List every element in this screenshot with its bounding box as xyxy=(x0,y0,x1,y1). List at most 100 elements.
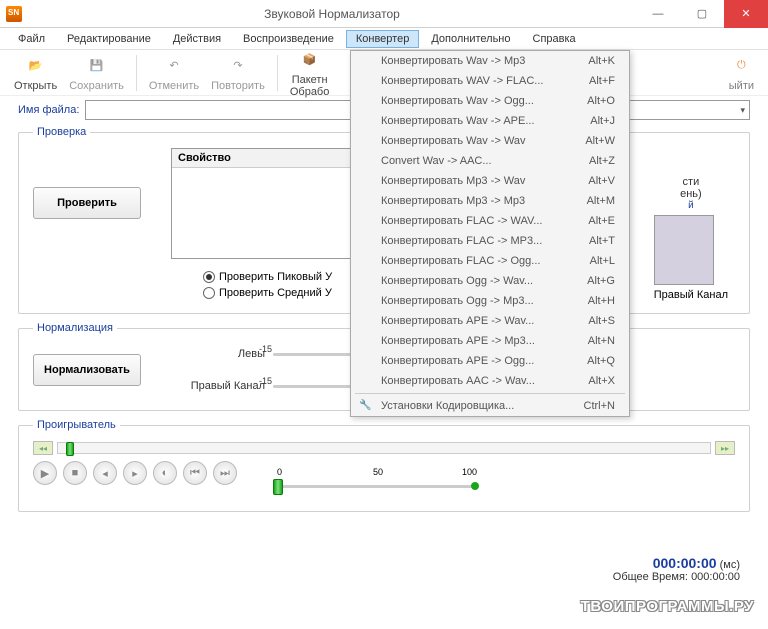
undo-button[interactable]: ↶ Отменить xyxy=(149,54,199,92)
watermark: ТВОИПРОГРАММЫ.РУ xyxy=(581,598,754,615)
titlebar: Звуковой Нормализатор — ▢ ✕ xyxy=(0,0,768,28)
batch-icon: 📦 xyxy=(298,48,322,72)
left-channel-label: Левы xyxy=(175,348,265,360)
right-preview: сти ень) й Правый Канал xyxy=(654,176,728,301)
maximize-button[interactable]: ▢ xyxy=(680,0,724,28)
right-channel-label: Правый Канал xyxy=(175,380,265,392)
current-time: 000:00:00 xyxy=(653,555,717,571)
channel-thumbnail xyxy=(654,215,714,285)
total-time-label: Общее Время: xyxy=(613,571,688,583)
exit-label: ыйти xyxy=(729,80,754,92)
save-icon: 💾 xyxy=(85,54,109,78)
open-button[interactable]: 📂 Открыть xyxy=(14,54,57,92)
toolbar-separator xyxy=(136,55,137,91)
dropdown-item[interactable]: Конвертировать FLAC -> WAV...Alt+E xyxy=(351,211,629,231)
check-legend: Проверка xyxy=(33,126,90,138)
time-display: 000:00:00 (мс) Общее Время: 000:00:00 xyxy=(613,555,740,583)
menu-file[interactable]: Файл xyxy=(8,30,55,48)
normalize-button[interactable]: Нормализовать xyxy=(33,354,141,386)
total-time: 000:00:00 xyxy=(691,571,740,583)
slider-min: -15 xyxy=(259,376,272,386)
toolbar-separator xyxy=(277,55,278,91)
menu-extra[interactable]: Дополнительно xyxy=(421,30,520,48)
dropdown-item[interactable]: Конвертировать FLAC -> MP3...Alt+T xyxy=(351,231,629,251)
menu-play[interactable]: Воспроизведение xyxy=(233,30,344,48)
dropdown-item[interactable]: Конвертировать APE -> Mp3...Alt+N xyxy=(351,331,629,351)
dropdown-item[interactable]: Конвертировать Wav -> APE...Alt+J xyxy=(351,111,629,131)
redo-label: Повторить xyxy=(211,80,265,92)
open-label: Открыть xyxy=(14,80,57,92)
dropdown-item[interactable]: Конвертировать APE -> Ogg...Alt+Q xyxy=(351,351,629,371)
seek-bar[interactable] xyxy=(57,442,711,454)
menu-edit[interactable]: Редактирование xyxy=(57,30,161,48)
radio-icon xyxy=(203,287,215,299)
save-label: Сохранить xyxy=(69,80,124,92)
loop-button[interactable]: ◐ xyxy=(153,461,177,485)
save-button[interactable]: 💾 Сохранить xyxy=(69,54,124,92)
dropdown-item[interactable]: Конвертировать Mp3 -> Mp3Alt+M xyxy=(351,191,629,211)
exit-button[interactable]: ⏻ ыйти xyxy=(729,54,754,92)
dropdown-item[interactable]: Конвертировать Mp3 -> WavAlt+V xyxy=(351,171,629,191)
app-icon xyxy=(6,6,22,22)
window-title: Звуковой Нормализатор xyxy=(28,7,636,21)
check-button[interactable]: Проверить xyxy=(33,187,141,219)
normalize-legend: Нормализация xyxy=(33,322,117,334)
skip-fwd-button[interactable]: ⏭ xyxy=(213,461,237,485)
dropdown-item[interactable]: Конвертировать AAC -> Wav...Alt+X xyxy=(351,371,629,391)
menu-actions[interactable]: Действия xyxy=(163,30,231,48)
right-channel-caption: Правый Канал xyxy=(654,289,728,301)
dropdown-item[interactable]: Конвертировать Wav -> Mp3Alt+K xyxy=(351,51,629,71)
menubar: Файл Редактирование Действия Воспроизвед… xyxy=(0,28,768,50)
stop-button[interactable]: ■ xyxy=(63,461,87,485)
skip-back-button[interactable]: ⏮ xyxy=(183,461,207,485)
seek-handle[interactable] xyxy=(66,442,74,456)
tick-100: 100 xyxy=(462,467,477,477)
dropdown-item[interactable]: Конвертировать Ogg -> Mp3...Alt+H xyxy=(351,291,629,311)
exit-icon: ⏻ xyxy=(729,54,753,78)
dropdown-item[interactable]: Конвертировать Ogg -> Wav...Alt+G xyxy=(351,271,629,291)
slider-min: -15 xyxy=(259,344,272,354)
undo-icon: ↶ xyxy=(162,54,186,78)
menu-convert[interactable]: Конвертер xyxy=(346,30,419,48)
menu-help[interactable]: Справка xyxy=(523,30,586,48)
dropdown-item[interactable]: Конвертировать FLAC -> Ogg...Alt+L xyxy=(351,251,629,271)
dropdown-separator xyxy=(355,393,625,394)
close-button[interactable]: ✕ xyxy=(724,0,768,28)
range-slider[interactable]: 0 50 100 xyxy=(277,467,477,497)
seek-back-button[interactable]: ◂◂ xyxy=(33,441,53,455)
redo-icon: ↷ xyxy=(226,54,250,78)
player-legend: Проигрыватель xyxy=(33,419,120,431)
prev-button[interactable]: ◂ xyxy=(93,461,117,485)
time-unit: (мс) xyxy=(720,559,740,571)
radio-avg-label: Проверить Средний У xyxy=(219,287,332,299)
hint-text: й xyxy=(654,200,728,211)
undo-label: Отменить xyxy=(149,80,199,92)
radio-icon xyxy=(203,271,215,283)
player-group: Проигрыватель ◂◂ ▸▸ ▶ ■ ◂ ▸ ◐ ⏮ ⏭ 0 xyxy=(18,419,750,512)
next-button[interactable]: ▸ xyxy=(123,461,147,485)
table-header: Свойство xyxy=(172,149,350,168)
folder-open-icon: 📂 xyxy=(24,54,48,78)
dropdown-item[interactable]: Конвертировать Wav -> Ogg...Alt+O xyxy=(351,91,629,111)
batch-label: Пакетн Обрабо xyxy=(290,74,330,98)
dropdown-item[interactable]: Convert Wav -> AAC...Alt+Z xyxy=(351,151,629,171)
hint-text: сти xyxy=(654,176,728,188)
tick-50: 50 xyxy=(373,467,383,477)
table-body xyxy=(172,168,350,258)
tick-0: 0 xyxy=(277,467,282,477)
dropdown-item[interactable]: Конвертировать WAV -> FLAC...Alt+F xyxy=(351,71,629,91)
dropdown-item[interactable]: Конвертировать Wav -> WavAlt+W xyxy=(351,131,629,151)
hint-text: ень) xyxy=(654,188,728,200)
filename-label: Имя файла: xyxy=(18,104,79,116)
property-table: Свойство xyxy=(171,148,351,259)
batch-button[interactable]: 📦Пакетн Обрабо xyxy=(290,48,330,98)
radio-peak-label: Проверить Пиковый У xyxy=(219,271,332,283)
seek-fwd-button[interactable]: ▸▸ xyxy=(715,441,735,455)
dropdown-item[interactable]: Конвертировать APE -> Wav...Alt+S xyxy=(351,311,629,331)
play-button[interactable]: ▶ xyxy=(33,461,57,485)
minimize-button[interactable]: — xyxy=(636,0,680,28)
convert-dropdown: Конвертировать Wav -> Mp3Alt+KКонвертиро… xyxy=(350,50,630,417)
dropdown-encoder-settings[interactable]: Установки Кодировщика...Ctrl+N xyxy=(351,396,629,416)
range-handle[interactable] xyxy=(273,479,283,495)
redo-button[interactable]: ↷ Повторить xyxy=(211,54,265,92)
